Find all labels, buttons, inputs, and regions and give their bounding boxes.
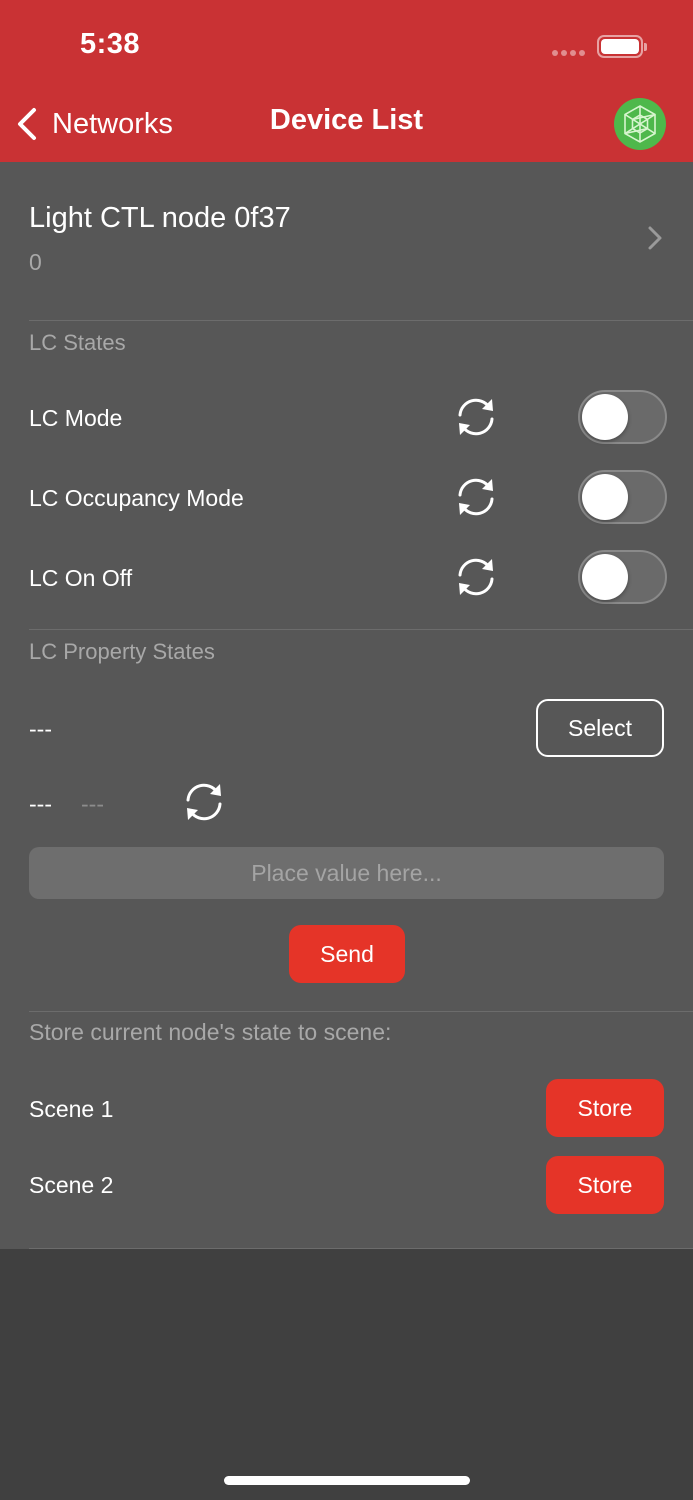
- divider: [29, 1248, 693, 1249]
- scenes-header: Store current node's state to scene:: [29, 1019, 392, 1045]
- device-name: Light CTL node 0f37: [29, 202, 291, 234]
- divider: [29, 629, 693, 630]
- refresh-icon[interactable]: [453, 474, 499, 520]
- device-detail-panel: Light CTL node 0f37 0 LC States LC Mode …: [0, 162, 693, 1249]
- scene-2-label: Scene 2: [29, 1172, 114, 1198]
- lc-on-off-label: LC On Off: [29, 565, 133, 591]
- status-time: 5:38: [80, 28, 141, 60]
- toggle-knob: [582, 394, 628, 440]
- toggle-knob: [582, 474, 628, 520]
- lc-mode-label: LC Mode: [29, 405, 123, 431]
- device-row[interactable]: Light CTL node 0f37 0: [0, 162, 693, 320]
- battery-icon: [597, 35, 647, 58]
- back-button-label: Networks: [52, 107, 173, 140]
- refresh-icon[interactable]: [453, 394, 499, 440]
- chevron-left-icon: [18, 108, 36, 140]
- property-current-value: ---: [81, 791, 104, 817]
- lc-on-off-toggle[interactable]: [578, 550, 667, 604]
- send-button[interactable]: Send: [289, 925, 405, 983]
- divider: [29, 320, 693, 321]
- toggle-knob: [582, 554, 628, 600]
- store-scene-2-button[interactable]: Store: [546, 1156, 664, 1214]
- property-name: ---: [29, 716, 52, 742]
- property-value-label: ---: [29, 791, 52, 817]
- property-value-input[interactable]: [29, 847, 664, 899]
- chevron-right-icon: [648, 226, 662, 250]
- device-subtitle: 0: [29, 249, 42, 275]
- refresh-icon[interactable]: [181, 779, 227, 825]
- store-scene-1-button[interactable]: Store: [546, 1079, 664, 1137]
- lc-occupancy-mode-toggle[interactable]: [578, 470, 667, 524]
- back-button[interactable]: Networks: [14, 102, 173, 146]
- select-property-button[interactable]: Select: [536, 699, 664, 757]
- divider: [29, 1011, 693, 1012]
- refresh-icon[interactable]: [453, 554, 499, 600]
- lc-states-header: LC States: [29, 330, 126, 355]
- lc-mode-toggle[interactable]: [578, 390, 667, 444]
- scene-1-label: Scene 1: [29, 1096, 114, 1122]
- lc-property-states-header: LC Property States: [29, 639, 215, 664]
- network-avatar-icon[interactable]: [614, 98, 666, 150]
- home-indicator[interactable]: [224, 1476, 470, 1485]
- cellular-signal-icon: [552, 50, 585, 56]
- navigation-header: 5:38 Networks Device List: [0, 0, 693, 162]
- lc-occupancy-mode-label: LC Occupancy Mode: [29, 485, 244, 511]
